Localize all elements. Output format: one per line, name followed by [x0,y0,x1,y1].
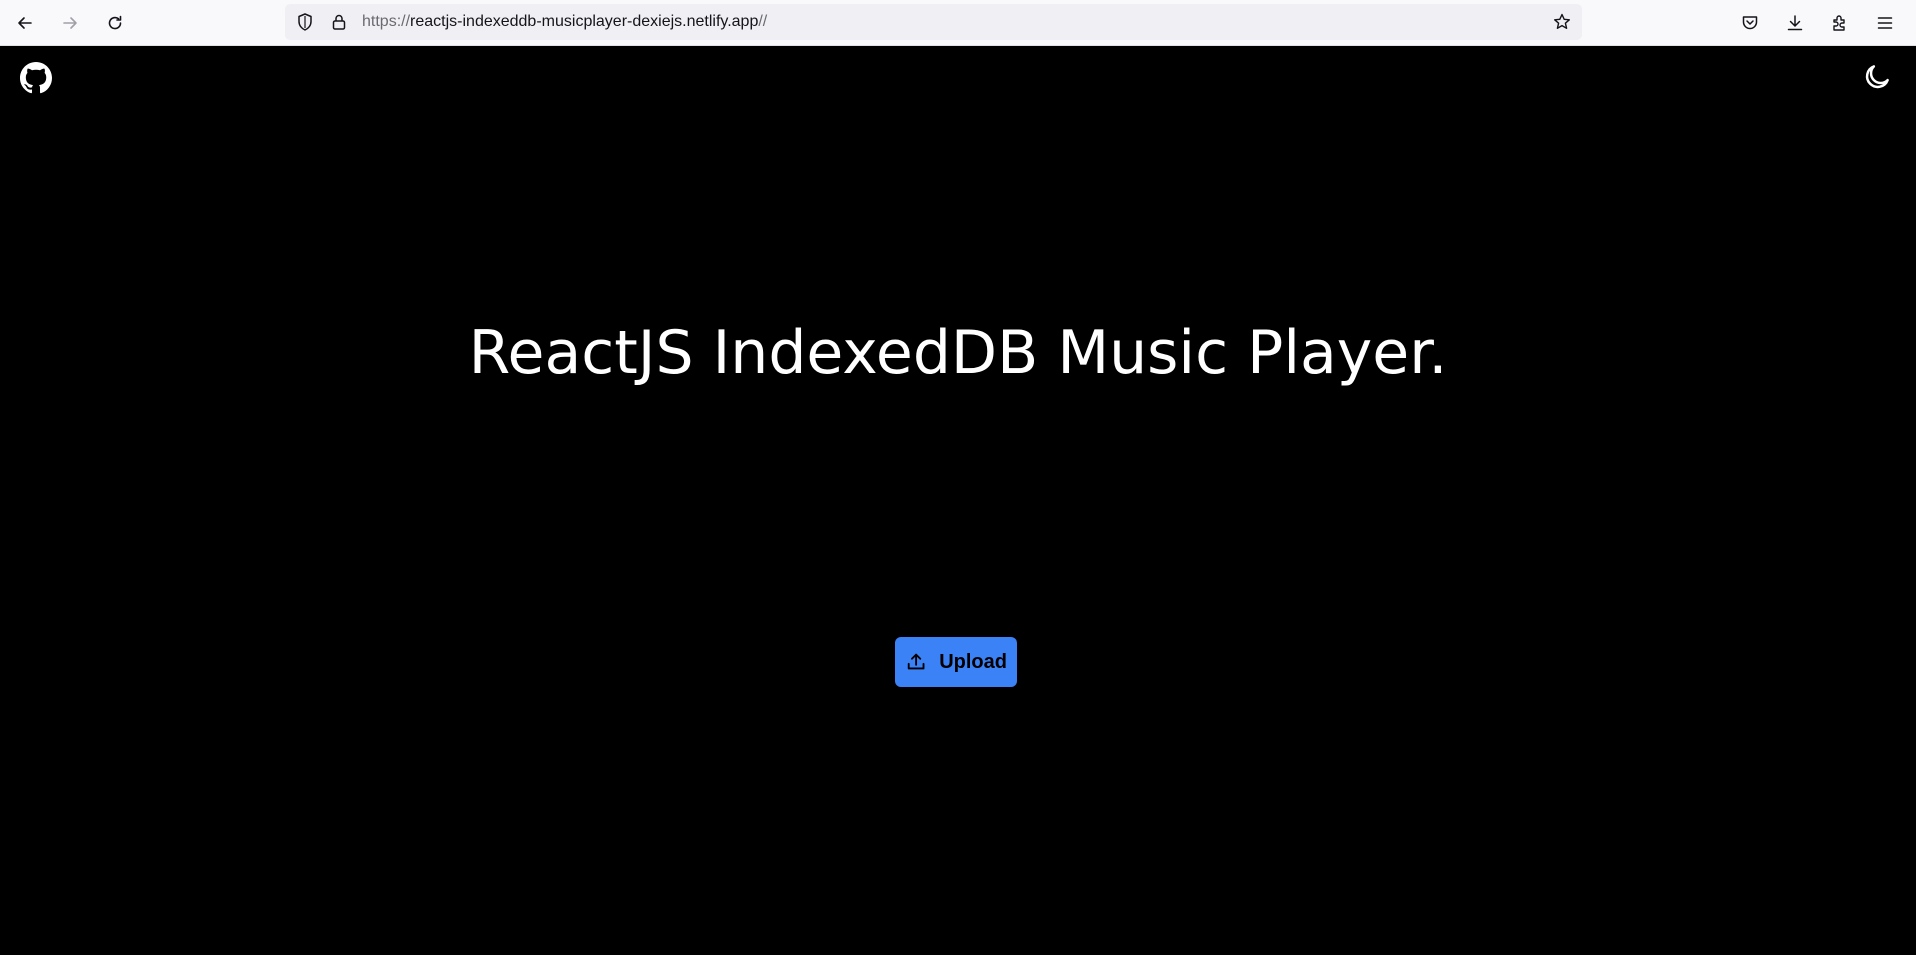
shield-icon[interactable] [295,12,315,32]
address-bar[interactable]: https://reactjs-indexeddb-musicplayer-de… [285,4,1582,40]
upload-icon [907,653,925,670]
url-host: reactjs-indexeddb-musicplayer-dexiejs.ne… [410,13,759,30]
moon-icon[interactable] [1862,62,1892,92]
back-icon [18,17,32,29]
extensions-icon [1833,15,1845,31]
reload-icon [108,15,122,30]
url-prefix: https:// [362,13,411,30]
upload-button[interactable]: Upload [895,637,1017,687]
upload-button-label: Upload [939,650,1007,673]
url-suffix: // [758,13,768,30]
download-icon [1787,15,1803,31]
github-icon[interactable] [20,62,52,94]
forward-icon [63,17,77,29]
page-content: ReactJS IndexedDB Music Player. Upload [0,46,1916,955]
lock-icon[interactable] [329,12,349,32]
page-title: ReactJS IndexedDB Music Player. [468,318,1448,388]
browser-toolbar: https://reactjs-indexeddb-musicplayer-de… [0,0,1916,46]
menu-icon [1877,17,1893,29]
extensions-button[interactable] [1823,6,1857,40]
star-icon[interactable] [1552,12,1572,32]
forward-button[interactable] [53,6,87,40]
url-text[interactable]: https://reactjs-indexeddb-musicplayer-de… [362,4,767,40]
app-menu-button[interactable] [1868,6,1902,40]
back-button[interactable] [8,6,42,40]
pocket-icon [1742,16,1758,30]
downloads-button[interactable] [1778,6,1812,40]
reload-button[interactable] [98,6,132,40]
pocket-button[interactable] [1733,6,1767,40]
